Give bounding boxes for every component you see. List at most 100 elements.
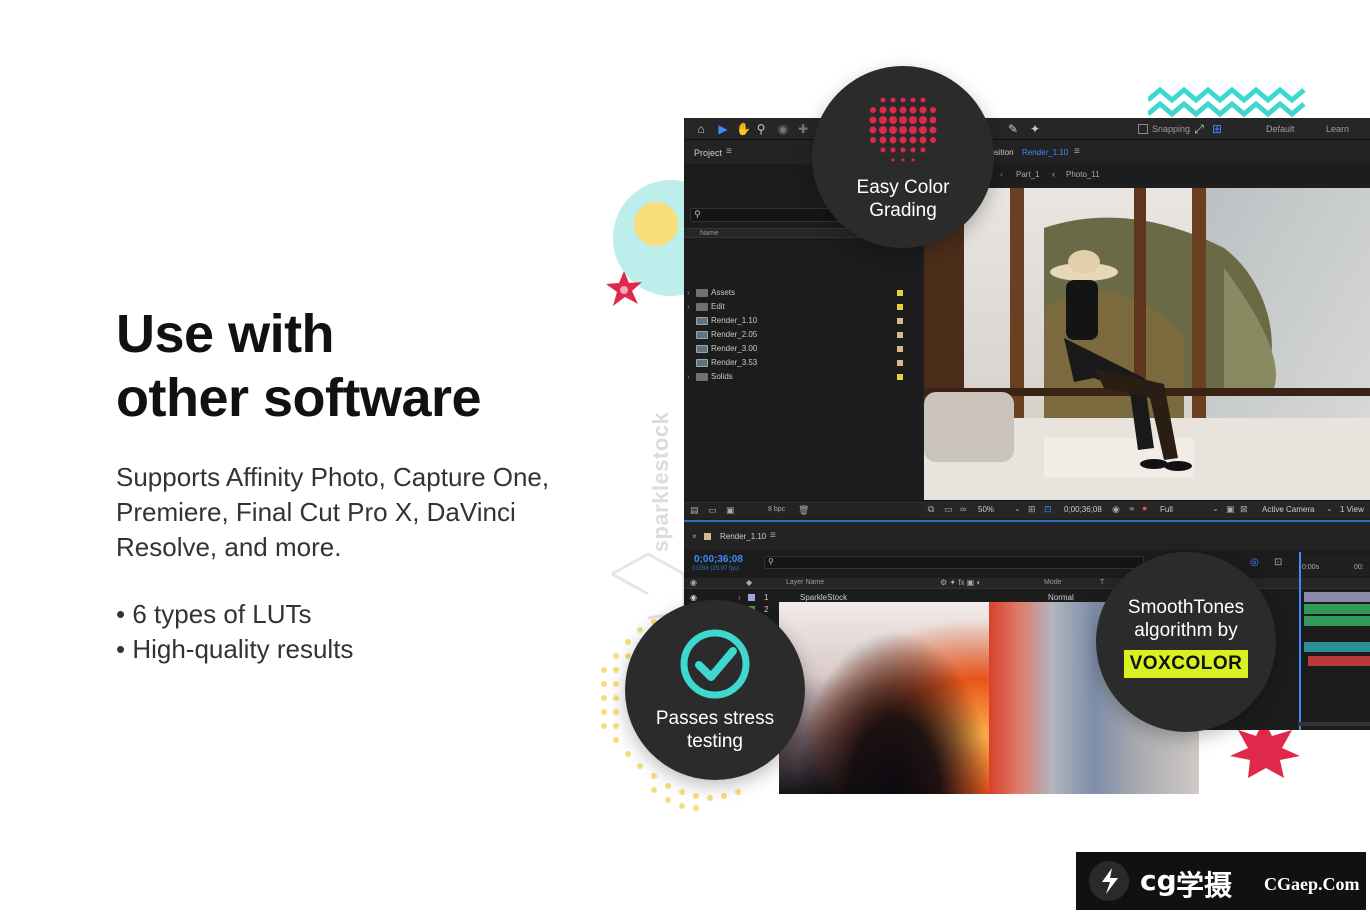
badge-title-line-2: Grading <box>869 200 937 221</box>
timeline-ruler[interactable]: 0:00s 00: <box>1298 554 1370 576</box>
description: Supports Affinity Photo, Capture One, Pr… <box>116 462 550 562</box>
roi-icon[interactable]: ⊡ <box>1044 504 1052 515</box>
mask-visibility-icon[interactable]: ▭ <box>944 504 953 515</box>
interpret-footage-icon[interactable]: ▤ <box>690 505 699 516</box>
channel-icon[interactable]: ● <box>1142 503 1147 513</box>
graph-editor-icon[interactable]: ⊡ <box>1274 557 1282 568</box>
always-preview-icon[interactable]: ⧉ <box>928 504 934 515</box>
viewer-timecode[interactable]: 0;00;36;08 <box>1064 505 1102 514</box>
expand-arrow-icon[interactable]: › <box>687 300 690 314</box>
timeline-timecode[interactable]: 0;00;36;08 <box>694 554 743 565</box>
view-layout-select[interactable]: 1 View <box>1340 505 1364 514</box>
project-panel-title[interactable]: Project <box>694 148 722 158</box>
track-bar[interactable] <box>1304 642 1370 652</box>
home-icon[interactable]: ⌂ <box>694 122 708 136</box>
project-list-item[interactable]: › Edit <box>684 300 922 314</box>
ruler-next-label: 00: <box>1354 564 1364 571</box>
watermark-brand-text: CGaep.Com <box>1264 874 1360 894</box>
show-snapshot-icon[interactable]: ⚭ <box>1128 504 1136 515</box>
track-bar[interactable] <box>1308 656 1370 666</box>
track-bar[interactable] <box>1304 592 1370 602</box>
folder-icon <box>696 373 708 381</box>
breadcrumb-photo[interactable]: Photo_11 <box>1066 170 1100 179</box>
workspace-learn[interactable]: Learn <box>1326 124 1349 134</box>
3d-glasses-icon[interactable]: ∞ <box>960 504 966 514</box>
expand-arrow-icon[interactable]: › <box>687 286 690 300</box>
easy-color-grading-badge: Easy Color Grading <box>812 66 994 248</box>
snapping-label: Snapping <box>1152 124 1191 134</box>
column-mode[interactable]: Mode <box>1044 579 1062 586</box>
viewer-controls: ⧉ ▭ ∞ 50% ⌄ ⊞ ⊡ 0;00;36;08 ◉ ⚭ ● Full ⌄ … <box>922 500 1370 518</box>
trash-icon[interactable]: 🗑 <box>798 505 809 516</box>
composition-viewer[interactable] <box>924 188 1370 500</box>
timeline-search-input[interactable]: ⚲ <box>764 556 1144 569</box>
transparency-grid-icon[interactable]: ⊠ <box>1240 504 1248 515</box>
grid-icon[interactable]: ⊞ <box>1028 504 1036 515</box>
motion-blur-icon[interactable]: ◎ <box>1250 557 1259 568</box>
new-comp-icon[interactable]: ▣ <box>726 505 735 516</box>
project-list-item[interactable]: Render_2.05 <box>684 328 922 342</box>
new-folder-icon[interactable]: ▭ <box>708 505 717 516</box>
project-list-item[interactable]: Render_3.00 <box>684 342 922 356</box>
watermark-logo-icon <box>1089 861 1129 901</box>
composition-icon <box>696 359 708 367</box>
teal-zigzag-decoration <box>1148 86 1306 118</box>
composition-icon <box>696 317 708 325</box>
back-arrow-icon[interactable]: ‹ <box>1000 169 1003 179</box>
snap-icon[interactable]: ⤢ <box>1192 122 1206 136</box>
label-color-swatch[interactable] <box>897 346 903 352</box>
hand-tool-icon[interactable]: ✋ <box>736 122 751 136</box>
resolution-select[interactable]: Full <box>1160 505 1173 514</box>
snap-options-icon[interactable]: ⊞ <box>1210 122 1224 136</box>
label-color-swatch[interactable] <box>897 332 903 338</box>
project-list-item[interactable]: › Assets <box>684 286 922 300</box>
resolution-dropdown-icon[interactable]: ⌄ <box>1212 504 1219 513</box>
headline-line-2: other software <box>116 368 482 428</box>
snapshot-icon[interactable]: ◉ <box>1112 504 1120 515</box>
roto-tool-icon[interactable]: ✎ <box>1006 122 1020 136</box>
badge-title-line-1: Passes stress <box>655 708 775 729</box>
label-color-swatch[interactable] <box>897 318 903 324</box>
close-tab-icon[interactable]: × <box>692 532 697 541</box>
zoom-tool-icon[interactable]: ⚲ <box>754 122 768 136</box>
puppet-tool-icon[interactable]: ✦ <box>1028 122 1042 136</box>
project-item-name: Assets <box>711 288 736 297</box>
playhead[interactable] <box>1299 552 1301 730</box>
bpc-label[interactable]: 8 bpc <box>768 506 785 513</box>
anchor-tool-icon[interactable]: ✚ <box>796 122 810 136</box>
column-layer-name[interactable]: Layer Name <box>786 579 824 586</box>
search-icon: ⚲ <box>768 557 774 566</box>
timeline-comp-tab[interactable]: Render_1.10 <box>720 532 766 541</box>
watermark: cg 学摄 CGaep.Com <box>1076 852 1366 910</box>
track-bar[interactable] <box>1304 604 1370 614</box>
expand-arrow-icon[interactable]: › <box>687 370 690 384</box>
column-t: T <box>1100 579 1105 586</box>
zoom-slider[interactable] <box>1298 722 1370 726</box>
label-color-swatch[interactable] <box>897 360 903 366</box>
layer-label-swatch[interactable] <box>748 594 755 601</box>
panel-menu-icon[interactable]: ≡ <box>770 530 776 541</box>
camera-tool-icon[interactable]: ◉ <box>776 122 790 136</box>
zoom-dropdown-icon[interactable]: ⌄ <box>1014 504 1021 513</box>
camera-dropdown-icon[interactable]: ⌄ <box>1326 504 1333 513</box>
zoom-select[interactable]: 50% <box>978 505 994 514</box>
project-list-item[interactable]: Render_1.10 <box>684 314 922 328</box>
fast-preview-icon[interactable]: ▣ <box>1226 504 1235 515</box>
snapping-checkbox[interactable] <box>1138 124 1148 134</box>
label-color-swatch[interactable] <box>897 304 903 310</box>
selection-tool-icon[interactable]: ▶ <box>716 122 730 136</box>
project-item-name: Edit <box>711 302 725 311</box>
project-list-item[interactable]: Render_3.53 <box>684 356 922 370</box>
label-color-swatch[interactable] <box>897 290 903 296</box>
track-bar[interactable] <box>1304 616 1370 626</box>
label-color-swatch[interactable] <box>897 374 903 380</box>
camera-select[interactable]: Active Camera <box>1262 505 1314 514</box>
panel-menu-icon[interactable]: ≡ <box>1074 146 1080 157</box>
composition-title[interactable]: Render_1.10 <box>1022 148 1068 157</box>
project-list-item[interactable]: › Solids <box>684 370 922 384</box>
workspace-default[interactable]: Default <box>1266 124 1295 134</box>
panel-menu-icon[interactable]: ≡ <box>726 146 732 157</box>
gradient-swatch-warm <box>779 602 989 794</box>
column-name[interactable]: Name <box>700 230 719 237</box>
breadcrumb-part[interactable]: Part_1 <box>1016 170 1040 179</box>
